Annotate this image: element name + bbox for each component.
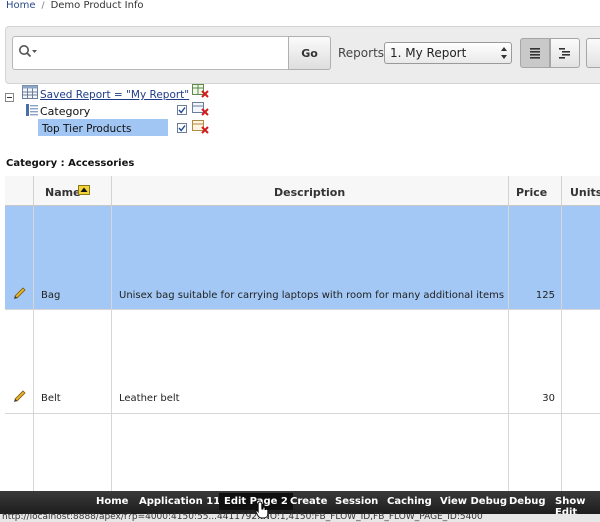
go-button[interactable]: Go [288, 36, 331, 70]
table-row[interactable]: Belt Leather belt 30 [5, 310, 600, 414]
checkbox-icon[interactable] [177, 105, 187, 115]
category-heading: Category : Accessories [6, 158, 135, 169]
units-cell [562, 414, 600, 494]
column-header-description-label: Description [274, 186, 346, 199]
breadcrumb-separator-icon: / [41, 1, 45, 11]
remove-icon[interactable] [192, 84, 210, 98]
saved-report-link[interactable]: Saved Report = "My Report" [40, 89, 189, 101]
column-header-units[interactable]: Units [562, 176, 600, 206]
remove-icon[interactable] [192, 102, 210, 116]
report-grid-icon [22, 85, 38, 99]
units-cell [562, 310, 600, 413]
edit-pencil-icon[interactable] [13, 389, 27, 403]
description-cell: Unisex bag suitable for carrying laptops… [112, 206, 509, 309]
actions-button[interactable] [586, 38, 600, 68]
dev-toolbar-view-debug[interactable]: View Debug [440, 496, 507, 507]
name-cell: Bag [34, 206, 112, 309]
name-cell [34, 414, 112, 494]
column-header-edit [5, 176, 34, 206]
column-header-units-label: Units [570, 186, 600, 199]
product-price: 30 [542, 393, 555, 404]
reports-select[interactable]: 1. My Report [384, 42, 512, 64]
product-description: Leather belt [119, 393, 180, 404]
product-name: Belt [41, 393, 61, 404]
dev-toolbar-home[interactable]: Home [96, 496, 128, 507]
edit-cell [5, 206, 34, 309]
search-input[interactable] [46, 40, 286, 66]
price-cell: 30 [509, 310, 562, 413]
checkbox-icon[interactable] [177, 123, 187, 133]
name-cell: Belt [34, 310, 112, 413]
column-header-price-label: Price [516, 186, 548, 199]
breadcrumb-home-link[interactable]: Home [6, 0, 36, 11]
product-price: 125 [535, 290, 555, 301]
table-row[interactable] [5, 414, 600, 494]
edit-cell [5, 310, 34, 413]
view-list-icon [530, 48, 540, 59]
view-list-button[interactable] [520, 38, 550, 68]
price-cell: 125 [509, 206, 562, 309]
description-cell [112, 414, 509, 494]
price-cell [509, 414, 562, 494]
column-header-name[interactable]: Name [34, 176, 112, 206]
table-row[interactable]: Bag Unisex bag suitable for carrying lap… [5, 206, 600, 310]
breadcrumb: Home / Demo Product Info [6, 0, 144, 14]
group-by-icon [26, 104, 38, 116]
dev-toolbar-caching[interactable]: Caching [387, 496, 432, 507]
view-group-icon [559, 48, 570, 59]
dev-toolbar-create[interactable]: Create [290, 496, 327, 507]
reports-select-value: 1. My Report [390, 46, 467, 60]
view-group-button[interactable] [550, 38, 580, 68]
description-cell: Leather belt [112, 310, 509, 413]
product-description: Unisex bag suitable for carrying laptops… [119, 290, 505, 301]
edit-cell [5, 414, 34, 494]
search-icon[interactable] [18, 44, 38, 60]
edit-pencil-icon[interactable] [13, 286, 27, 300]
category-label[interactable]: Category [40, 105, 90, 118]
filter-label[interactable]: Top Tier Products [42, 123, 132, 135]
column-header-description[interactable]: Description [112, 176, 509, 206]
sort-ascending-icon [78, 185, 90, 195]
status-url: http://localhost:8888/apex/f?p=4000:4150… [2, 512, 483, 522]
remove-icon[interactable] [192, 120, 210, 134]
column-header-name-label: Name [45, 186, 81, 199]
breadcrumb-current: Demo Product Info [50, 0, 144, 11]
dropdown-arrow-icon [501, 47, 507, 59]
dev-toolbar-application[interactable]: Application 111 [139, 496, 227, 507]
cursor-icon [255, 501, 269, 519]
reports-label: Reports [338, 46, 385, 60]
dev-toolbar-session[interactable]: Session [335, 496, 378, 507]
dev-toolbar-debug[interactable]: Debug [509, 496, 546, 507]
collapse-icon[interactable] [5, 93, 14, 102]
column-header-price[interactable]: Price [509, 176, 562, 206]
product-name: Bag [41, 290, 61, 301]
units-cell [562, 206, 600, 309]
